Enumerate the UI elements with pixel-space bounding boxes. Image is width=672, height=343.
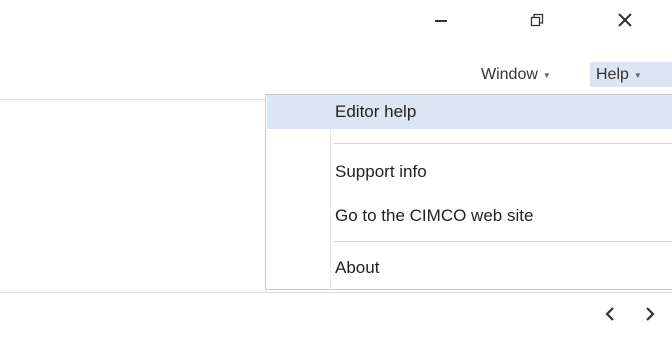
menu-item-label: Editor help (335, 102, 417, 121)
restore-icon (530, 13, 544, 27)
menu-item-label: Support info (335, 162, 427, 181)
menu-help-label: Help (596, 65, 629, 83)
minimize-button[interactable] (418, 0, 464, 40)
prev-button[interactable] (596, 300, 624, 328)
caret-down-icon: ▼ (633, 70, 642, 80)
toolbar-divider (0, 99, 265, 100)
menu-item-about[interactable]: About (267, 251, 672, 285)
menu-item-label: Go to the CIMCO web site (335, 206, 534, 225)
menu-window[interactable]: Window ▼ (478, 62, 591, 87)
menu-help[interactable]: Help ▼ (590, 62, 672, 87)
menu-item-label: About (335, 258, 380, 277)
minimize-icon (435, 20, 447, 22)
menu-separator (334, 143, 672, 144)
close-button[interactable] (602, 0, 648, 40)
help-dropdown-menu: Editor help Support info Go to the CIMCO… (265, 94, 672, 291)
next-button[interactable] (636, 300, 664, 328)
chevron-left-icon (605, 307, 614, 321)
caret-down-icon: ▼ (542, 70, 551, 80)
menu-item-editor-help[interactable]: Editor help (267, 95, 672, 129)
chevron-right-icon (646, 307, 655, 321)
close-icon (618, 13, 632, 27)
restore-button[interactable] (514, 0, 560, 40)
menu-separator (334, 241, 672, 242)
menu-window-label: Window (481, 65, 538, 83)
menu-item-support-info[interactable]: Support info (267, 155, 672, 189)
menu-item-cimco-web-site[interactable]: Go to the CIMCO web site (267, 199, 672, 233)
status-divider (0, 292, 672, 293)
